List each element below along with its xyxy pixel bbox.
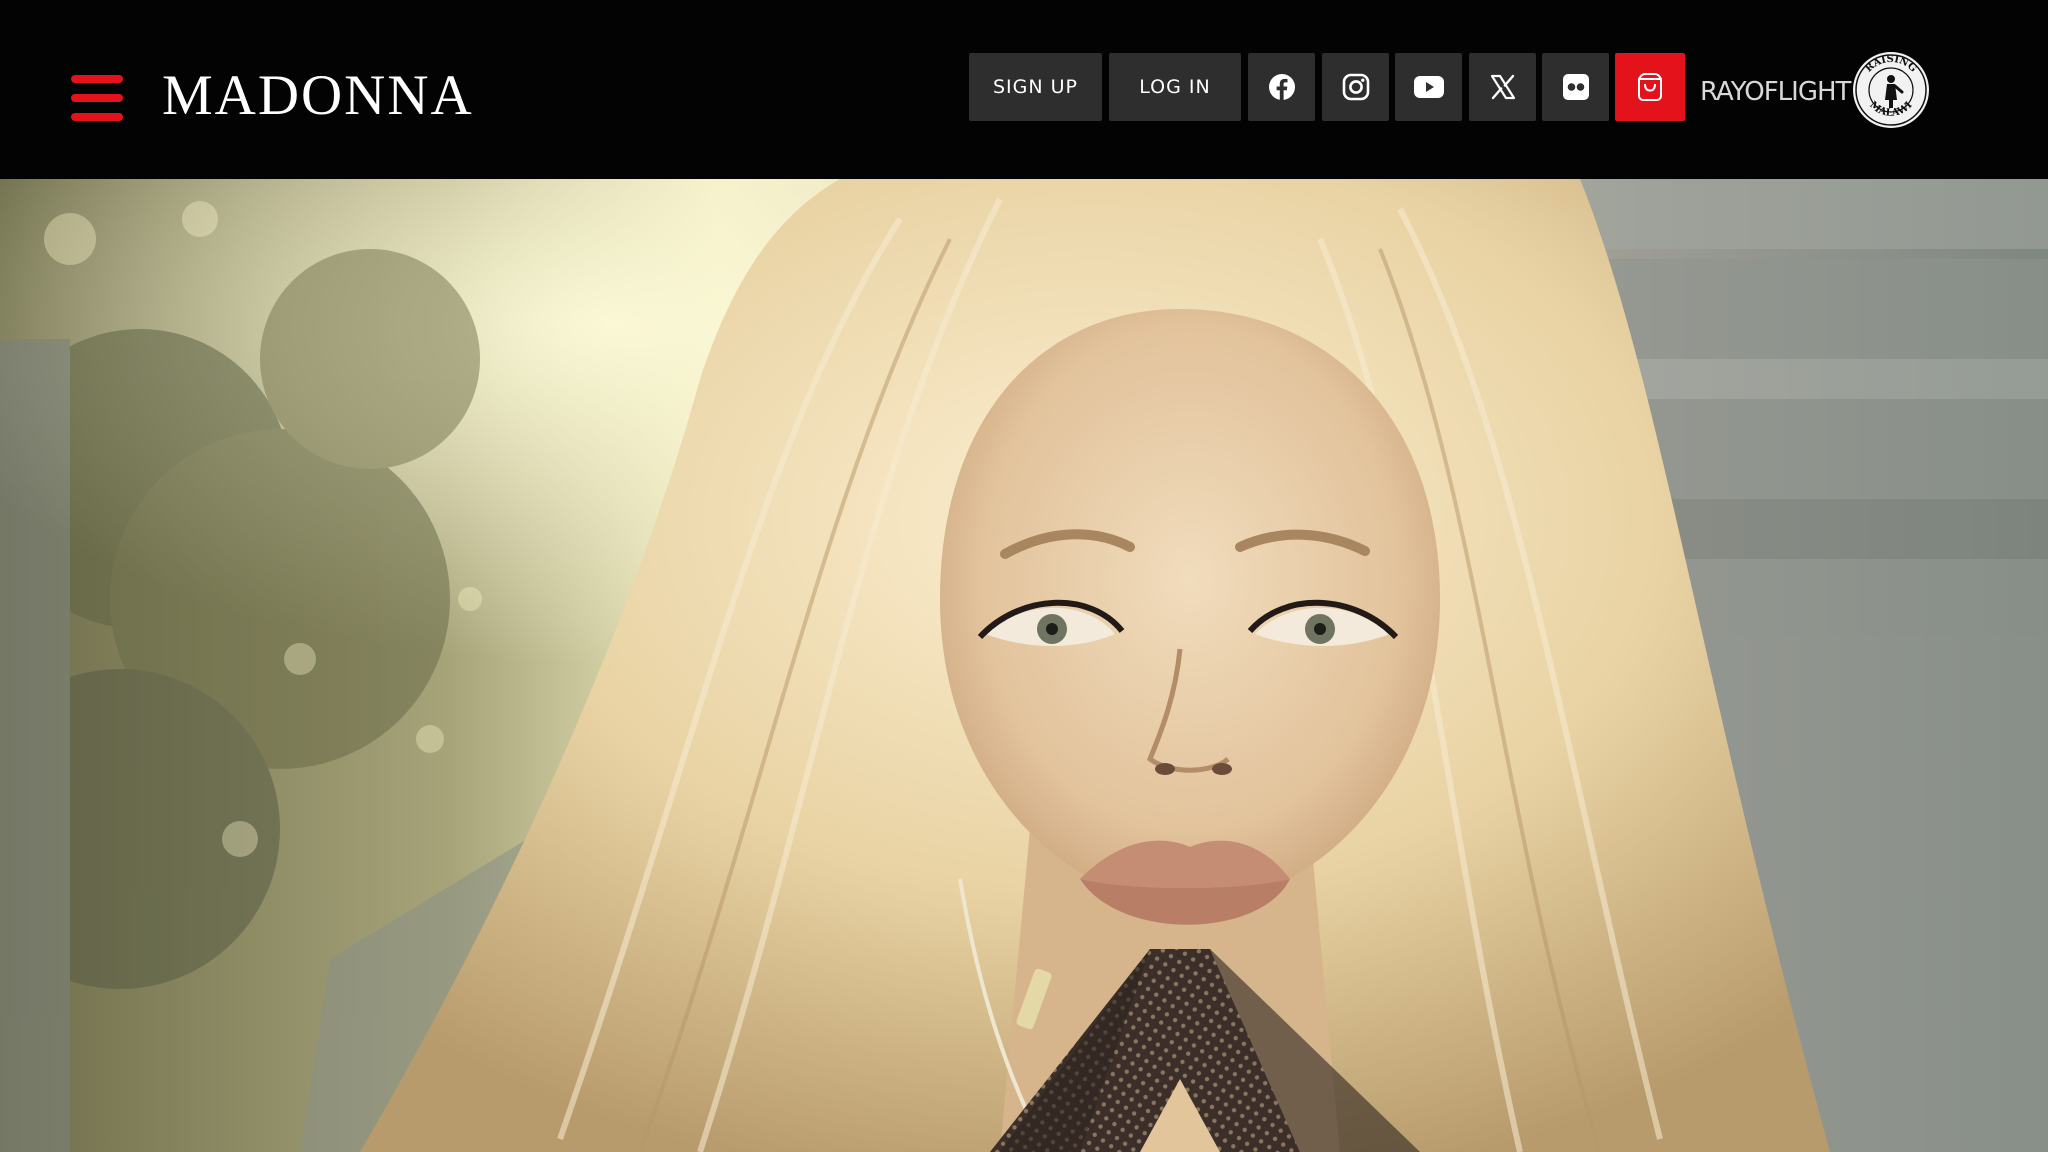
facebook-link[interactable] [1248, 53, 1315, 121]
shopping-cart-button[interactable] [1615, 53, 1685, 121]
x-twitter-link[interactable] [1469, 53, 1536, 121]
flickr-link[interactable] [1542, 53, 1609, 121]
raising-malawi-logo[interactable]: RAISING MALAWI [1851, 50, 1931, 130]
facebook-icon [1268, 74, 1295, 100]
log-in-button[interactable]: LOG IN [1109, 53, 1241, 121]
portrait-photo [0, 179, 2048, 1152]
site-header: MADONNA SIGN UP LOG IN RAYOFLIGHT RAISIN… [0, 0, 2048, 179]
hamburger-menu-icon[interactable] [71, 75, 123, 121]
site-logo[interactable]: MADONNA [162, 66, 474, 126]
instagram-icon [1342, 73, 1369, 101]
sign-up-button[interactable]: SIGN UP [969, 53, 1102, 121]
youtube-icon [1413, 76, 1444, 98]
shopping-bag-icon [1638, 73, 1662, 101]
flickr-icon [1562, 74, 1589, 100]
x-twitter-icon [1490, 74, 1515, 100]
instagram-link[interactable] [1322, 53, 1389, 121]
ray-of-light-logo[interactable]: RAYOFLIGHT [1700, 74, 1851, 110]
hero-banner [0, 179, 2048, 1152]
youtube-link[interactable] [1395, 53, 1462, 121]
